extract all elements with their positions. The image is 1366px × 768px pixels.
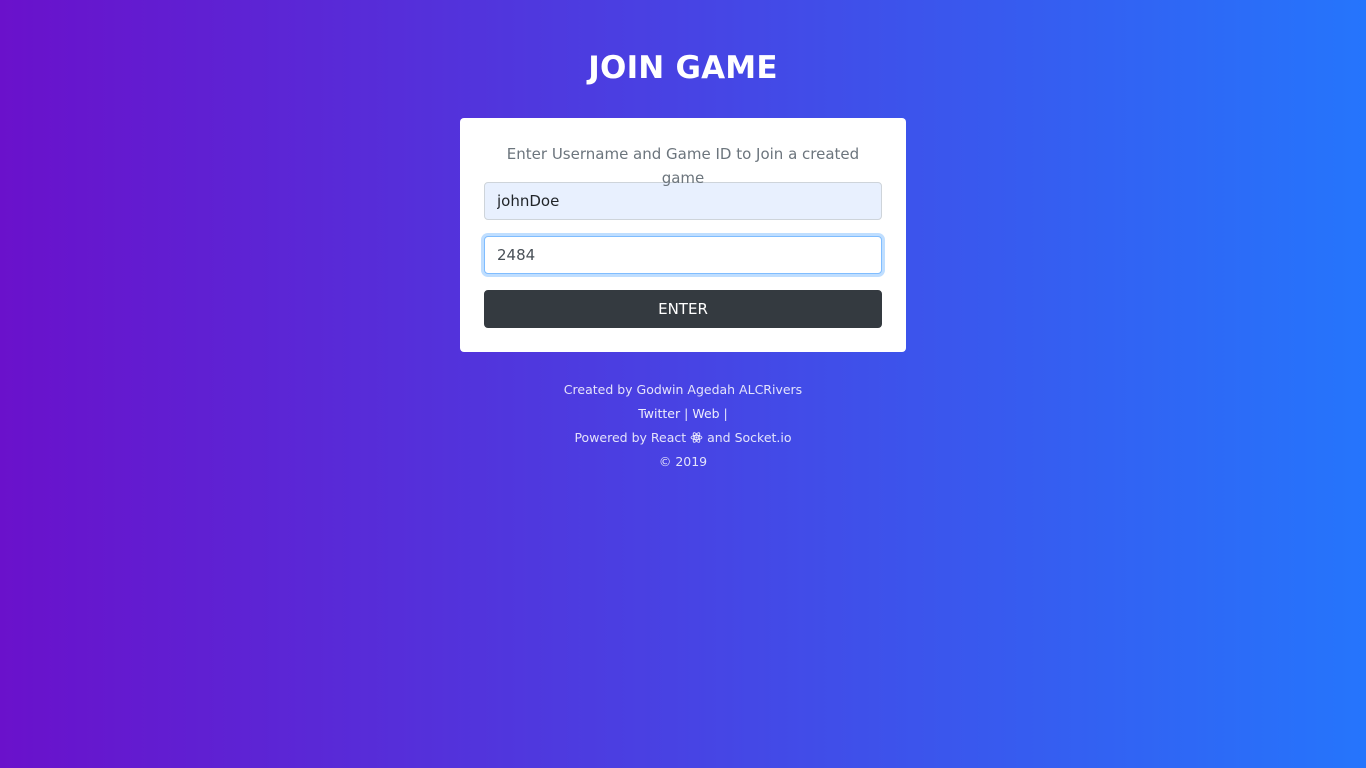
react-label: React: [650, 430, 687, 445]
footer-links: Twitter | Web |: [0, 402, 1366, 426]
footer-powered-by: Powered by React and Socket.io: [0, 426, 1366, 450]
enter-button[interactable]: ENTER: [484, 290, 882, 328]
footer: Created by Godwin Agedah ALCRivers Twitt…: [0, 378, 1366, 474]
socketio-label: Socket.io: [734, 430, 792, 445]
web-link[interactable]: Web: [692, 406, 719, 421]
card-instructions: Enter Username and Game ID to Join a cre…: [506, 145, 860, 187]
and-text: and: [703, 430, 735, 445]
page-title: JOIN GAME: [588, 50, 778, 86]
footer-separator: |: [680, 406, 693, 421]
game-id-input[interactable]: [484, 236, 882, 274]
powered-by-text: Powered by: [574, 430, 651, 445]
twitter-link[interactable]: Twitter: [638, 406, 680, 421]
copyright: © 2019: [658, 454, 708, 469]
footer-credits: Created by Godwin Agedah ALCRivers: [563, 382, 803, 397]
join-game-card: Enter Username and Game ID to Join a cre…: [460, 118, 906, 352]
react-atom-icon: [690, 428, 703, 443]
footer-separator: |: [719, 406, 728, 421]
